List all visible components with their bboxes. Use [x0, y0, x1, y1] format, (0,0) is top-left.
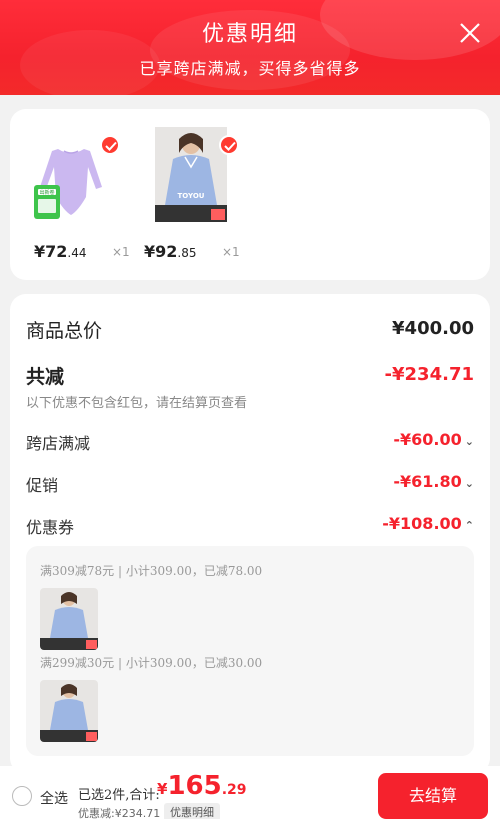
coupon-product-thumb: [40, 680, 98, 742]
coupon-details: 满309减78元 | 小计309.00，已减78.00 满299减30元 | 小…: [26, 546, 474, 756]
discount-label: 优惠券: [26, 518, 75, 537]
discount-value: -¥60.00 ⌄: [393, 430, 474, 449]
close-icon: [460, 23, 480, 43]
price-decimal: .85: [177, 246, 197, 260]
badge-text: 出新卷: [39, 189, 54, 196]
shirt-image: TOYOU: [155, 127, 227, 222]
discount-info: 优惠减:¥234.71: [78, 807, 161, 819]
coupon-line: 满299减30元 | 小计309.00，已减30.00: [40, 656, 263, 670]
check-icon: [105, 141, 117, 151]
price-decimal: .44: [67, 246, 87, 260]
discount-value: -¥108.00 ⌃: [382, 514, 474, 533]
total-value: ¥400.00: [392, 318, 474, 339]
discount-label: 跨店满减: [26, 434, 91, 453]
discount-detail-tag[interactable]: 优惠明细: [164, 803, 220, 819]
product-item-shirt[interactable]: TOYOU: [155, 127, 239, 227]
price-integer: ¥72: [34, 242, 68, 261]
reduce-row: 共减 -¥234.71: [26, 362, 474, 388]
header: 优惠明细 已享跨店满减，买得多省得多: [0, 0, 500, 95]
total-integer: 165: [167, 771, 222, 801]
selected-info: 已选2件,合计:: [78, 788, 160, 803]
total-amount: ¥165.29: [157, 771, 247, 801]
product-card: 出新卷 ¥72.44 ×1 TOYOU ¥92.85 ×1: [10, 109, 490, 280]
product-qty: ×1: [222, 245, 240, 259]
discount-row-coupon[interactable]: 优惠券 -¥108.00 ⌃: [26, 514, 474, 537]
discount-label: 促销: [26, 476, 59, 495]
discount-amount: -¥60.00: [393, 430, 462, 449]
product-price: ¥92.85: [144, 242, 197, 261]
checkout-button[interactable]: 去结算: [378, 773, 488, 819]
check-icon: [224, 141, 236, 151]
discount-amount: -¥108.00: [382, 514, 462, 533]
checkbox-checked[interactable]: [219, 135, 239, 155]
close-button[interactable]: [455, 18, 485, 48]
product-price: ¥72.44: [34, 242, 87, 261]
brand-text: TOYOU: [178, 192, 205, 200]
reduce-label: 共减: [26, 366, 65, 388]
discount-value: -¥61.80 ⌄: [393, 472, 474, 491]
chevron-down-icon: ⌄: [464, 435, 474, 448]
chevron-up-icon: ⌃: [464, 519, 474, 532]
discount-row-cross-store[interactable]: 跨店满减 -¥60.00 ⌄: [26, 430, 474, 453]
checkbox-checked[interactable]: [100, 135, 120, 155]
select-all-label[interactable]: 全选: [40, 788, 68, 808]
currency-symbol: ¥: [157, 780, 168, 798]
select-all-radio[interactable]: [12, 786, 32, 806]
reduce-value: -¥234.71: [384, 364, 474, 385]
price-integer: ¥92: [144, 242, 178, 261]
reduce-note: 以下优惠不包含红包，请在结算页查看: [26, 396, 248, 411]
page-title: 优惠明细: [201, 22, 298, 47]
shirt-thumb-image: [40, 680, 98, 742]
discount-summary-card: 商品总价 ¥400.00 共减 -¥234.71 以下优惠不包含红包，请在结算页…: [10, 294, 490, 774]
shirt-thumb-image: [40, 588, 98, 650]
total-label: 商品总价: [26, 320, 103, 342]
checkout-bar: 全选 已选2件,合计: ¥165.29 优惠减:¥234.71 优惠明细 去结算: [0, 766, 500, 819]
total-row: 商品总价 ¥400.00: [26, 316, 474, 342]
page-subtitle: 已享跨店满减，买得多省得多: [139, 59, 361, 78]
product-item-leotard[interactable]: 出新卷: [30, 127, 120, 227]
coupon-product-thumb: [40, 588, 98, 650]
discount-amount: -¥61.80: [393, 472, 462, 491]
product-qty: ×1: [112, 245, 130, 259]
chevron-down-icon: ⌄: [464, 477, 474, 490]
discount-row-promotion[interactable]: 促销 -¥61.80 ⌄: [26, 472, 474, 495]
coupon-line: 满309减78元 | 小计309.00，已减78.00: [40, 564, 263, 578]
total-decimal: .29: [221, 782, 247, 798]
